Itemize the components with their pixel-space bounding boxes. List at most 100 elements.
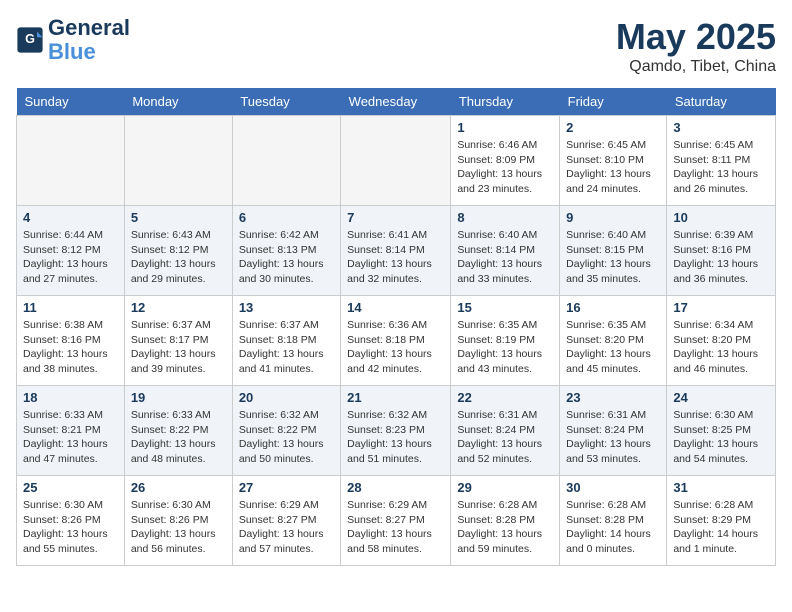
col-header-sunday: Sunday [17, 88, 125, 116]
day-info: Sunrise: 6:44 AM Sunset: 8:12 PM Dayligh… [23, 228, 118, 287]
day-cell: 4 Sunrise: 6:44 AM Sunset: 8:12 PM Daylig… [17, 206, 125, 296]
day-cell: 22 Sunrise: 6:31 AM Sunset: 8:24 PM Dayli… [451, 386, 560, 476]
day-cell: 17 Sunrise: 6:34 AM Sunset: 8:20 PM Dayli… [667, 296, 776, 386]
col-header-monday: Monday [124, 88, 232, 116]
day-info: Sunrise: 6:39 AM Sunset: 8:16 PM Dayligh… [673, 228, 769, 287]
day-cell: 8Sunrise: 6:40 AM Sunset: 8:14 PM Daylig… [451, 206, 560, 296]
day-number: 27 [239, 480, 334, 495]
day-cell: 26 Sunrise: 6:30 AM Sunset: 8:26 PM Dayli… [124, 476, 232, 566]
day-cell: 19Sunrise: 6:33 AM Sunset: 8:22 PM Dayli… [124, 386, 232, 476]
day-number: 20 [239, 390, 334, 405]
day-info: Sunrise: 6:30 AM Sunset: 8:26 PM Dayligh… [23, 498, 118, 557]
day-cell: 2 Sunrise: 6:45 AM Sunset: 8:10 PM Daylig… [560, 116, 667, 206]
title-block: May 2025 Qamdo, Tibet, China [616, 16, 776, 76]
day-info: Sunrise: 6:28 AM Sunset: 8:28 PM Dayligh… [457, 498, 553, 557]
day-cell: 24Sunrise: 6:30 AM Sunset: 8:25 PM Dayli… [667, 386, 776, 476]
day-info: Sunrise: 6:29 AM Sunset: 8:27 PM Dayligh… [239, 498, 334, 557]
day-info: Sunrise: 6:38 AM Sunset: 8:16 PM Dayligh… [23, 318, 118, 377]
day-cell: 3Sunrise: 6:45 AM Sunset: 8:11 PM Daylig… [667, 116, 776, 206]
day-info: Sunrise: 6:45 AM Sunset: 8:11 PM Dayligh… [673, 138, 769, 197]
day-cell: 30 Sunrise: 6:28 AM Sunset: 8:28 PM Dayli… [560, 476, 667, 566]
day-info: Sunrise: 6:30 AM Sunset: 8:26 PM Dayligh… [131, 498, 226, 557]
day-info: Sunrise: 6:31 AM Sunset: 8:24 PM Dayligh… [457, 408, 553, 467]
day-cell: 16Sunrise: 6:35 AM Sunset: 8:20 PM Dayli… [560, 296, 667, 386]
day-cell: 12 Sunrise: 6:37 AM Sunset: 8:17 PM Dayli… [124, 296, 232, 386]
logo: G GeneralBlue [16, 16, 130, 64]
day-info: Sunrise: 6:32 AM Sunset: 8:22 PM Dayligh… [239, 408, 334, 467]
day-number: 7 [347, 210, 444, 225]
logo-text: GeneralBlue [48, 16, 130, 64]
day-number: 4 [23, 210, 118, 225]
day-cell: 7 Sunrise: 6:41 AM Sunset: 8:14 PM Daylig… [341, 206, 451, 296]
day-cell: 27 Sunrise: 6:29 AM Sunset: 8:27 PM Dayli… [232, 476, 340, 566]
day-number: 30 [566, 480, 660, 495]
day-cell: 28 Sunrise: 6:29 AM Sunset: 8:27 PM Dayli… [341, 476, 451, 566]
day-info: Sunrise: 6:43 AM Sunset: 8:12 PM Dayligh… [131, 228, 226, 287]
day-info: Sunrise: 6:32 AM Sunset: 8:23 PM Dayligh… [347, 408, 444, 467]
day-number: 10 [673, 210, 769, 225]
day-number: 9 [566, 210, 660, 225]
day-number: 14 [347, 300, 444, 315]
day-number: 13 [239, 300, 334, 315]
day-number: 23 [566, 390, 660, 405]
day-cell: 29Sunrise: 6:28 AM Sunset: 8:28 PM Dayli… [451, 476, 560, 566]
day-number: 28 [347, 480, 444, 495]
day-cell: 14Sunrise: 6:36 AM Sunset: 8:18 PM Dayli… [341, 296, 451, 386]
day-info: Sunrise: 6:40 AM Sunset: 8:15 PM Dayligh… [566, 228, 660, 287]
day-cell: 21 Sunrise: 6:32 AM Sunset: 8:23 PM Dayli… [341, 386, 451, 476]
day-cell: 9 Sunrise: 6:40 AM Sunset: 8:15 PM Daylig… [560, 206, 667, 296]
day-cell: 15 Sunrise: 6:35 AM Sunset: 8:19 PM Dayli… [451, 296, 560, 386]
day-info: Sunrise: 6:42 AM Sunset: 8:13 PM Dayligh… [239, 228, 334, 287]
main-title: May 2025 [616, 16, 776, 58]
page-header: G GeneralBlue May 2025 Qamdo, Tibet, Chi… [16, 16, 776, 76]
day-info: Sunrise: 6:34 AM Sunset: 8:20 PM Dayligh… [673, 318, 769, 377]
day-cell: 31 Sunrise: 6:28 AM Sunset: 8:29 PM Dayli… [667, 476, 776, 566]
day-info: Sunrise: 6:35 AM Sunset: 8:19 PM Dayligh… [457, 318, 553, 377]
week-row: 1 Sunrise: 6:46 AM Sunset: 8:09 PM Daylig… [17, 116, 776, 206]
day-number: 6 [239, 210, 334, 225]
day-cell: 5 Sunrise: 6:43 AM Sunset: 8:12 PM Daylig… [124, 206, 232, 296]
day-cell [341, 116, 451, 206]
logo-icon: G [16, 26, 44, 54]
subtitle: Qamdo, Tibet, China [616, 58, 776, 76]
week-row: 18 Sunrise: 6:33 AM Sunset: 8:21 PM Dayli… [17, 386, 776, 476]
day-number: 22 [457, 390, 553, 405]
day-number: 1 [457, 120, 553, 135]
day-number: 19 [131, 390, 226, 405]
day-number: 31 [673, 480, 769, 495]
day-number: 15 [457, 300, 553, 315]
day-cell: 1 Sunrise: 6:46 AM Sunset: 8:09 PM Daylig… [451, 116, 560, 206]
day-cell [124, 116, 232, 206]
day-info: Sunrise: 6:45 AM Sunset: 8:10 PM Dayligh… [566, 138, 660, 197]
day-info: Sunrise: 6:30 AM Sunset: 8:25 PM Dayligh… [673, 408, 769, 467]
day-info: Sunrise: 6:46 AM Sunset: 8:09 PM Dayligh… [457, 138, 553, 197]
day-info: Sunrise: 6:28 AM Sunset: 8:29 PM Dayligh… [673, 498, 769, 557]
week-row: 25Sunrise: 6:30 AM Sunset: 8:26 PM Dayli… [17, 476, 776, 566]
day-cell: 6 Sunrise: 6:42 AM Sunset: 8:13 PM Daylig… [232, 206, 340, 296]
col-header-friday: Friday [560, 88, 667, 116]
day-info: Sunrise: 6:29 AM Sunset: 8:27 PM Dayligh… [347, 498, 444, 557]
week-row: 4 Sunrise: 6:44 AM Sunset: 8:12 PM Daylig… [17, 206, 776, 296]
day-info: Sunrise: 6:28 AM Sunset: 8:28 PM Dayligh… [566, 498, 660, 557]
day-info: Sunrise: 6:37 AM Sunset: 8:17 PM Dayligh… [131, 318, 226, 377]
day-info: Sunrise: 6:41 AM Sunset: 8:14 PM Dayligh… [347, 228, 444, 287]
day-info: Sunrise: 6:33 AM Sunset: 8:21 PM Dayligh… [23, 408, 118, 467]
day-cell: 25Sunrise: 6:30 AM Sunset: 8:26 PM Dayli… [17, 476, 125, 566]
day-cell: 13Sunrise: 6:37 AM Sunset: 8:18 PM Dayli… [232, 296, 340, 386]
col-header-tuesday: Tuesday [232, 88, 340, 116]
day-number: 21 [347, 390, 444, 405]
col-header-saturday: Saturday [667, 88, 776, 116]
day-cell [232, 116, 340, 206]
day-number: 17 [673, 300, 769, 315]
day-cell: 23 Sunrise: 6:31 AM Sunset: 8:24 PM Dayli… [560, 386, 667, 476]
day-number: 5 [131, 210, 226, 225]
day-cell: 20 Sunrise: 6:32 AM Sunset: 8:22 PM Dayli… [232, 386, 340, 476]
day-info: Sunrise: 6:40 AM Sunset: 8:14 PM Dayligh… [457, 228, 553, 287]
day-number: 26 [131, 480, 226, 495]
day-info: Sunrise: 6:31 AM Sunset: 8:24 PM Dayligh… [566, 408, 660, 467]
day-cell [17, 116, 125, 206]
day-number: 12 [131, 300, 226, 315]
day-info: Sunrise: 6:35 AM Sunset: 8:20 PM Dayligh… [566, 318, 660, 377]
day-number: 2 [566, 120, 660, 135]
day-number: 18 [23, 390, 118, 405]
